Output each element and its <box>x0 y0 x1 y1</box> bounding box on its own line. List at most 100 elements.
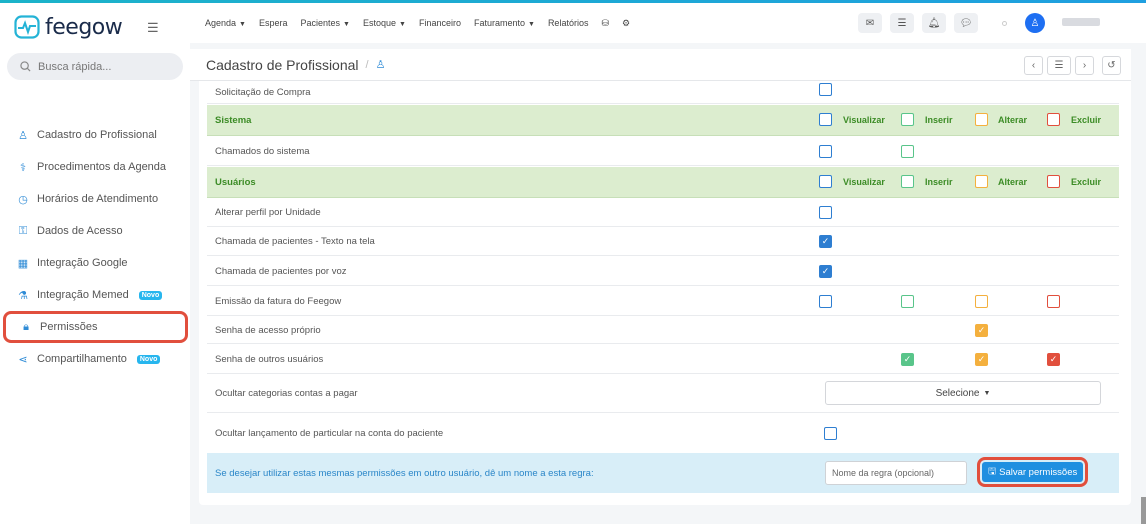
menu-label: Pacientes <box>300 18 341 28</box>
delete-checkbox[interactable]: ✓ <box>1047 353 1060 366</box>
menu-agenda[interactable]: Agenda ▼ <box>205 18 246 28</box>
menu-faturamento[interactable]: Faturamento ▼ <box>474 18 535 28</box>
chevron-left-icon[interactable]: ‹ <box>1024 56 1043 75</box>
caret-down-icon: ▼ <box>983 389 991 397</box>
menu-estoque[interactable]: Estoque ▼ <box>363 18 406 28</box>
permissions-panel: Solicitação de Compra Sistema Visualizar… <box>199 81 1131 505</box>
new-badge: Novo <box>136 354 161 364</box>
key-icon: ⚿ <box>18 224 28 237</box>
permission-label: Chamada de pacientes - Texto na tela <box>215 236 375 247</box>
menu-relatorios[interactable]: Relatórios <box>548 18 589 28</box>
lock-icon: 🔒︎ <box>23 320 29 333</box>
permission-row: Solicitação de Compra <box>207 81 1119 104</box>
tasks-icon[interactable]: ☰ <box>890 13 914 33</box>
menu-label: Faturamento <box>473 18 525 28</box>
save-button-highlight: 🖫 Salvar permissões <box>977 457 1089 487</box>
list-icon[interactable]: ☰ <box>1047 56 1071 75</box>
avatar[interactable]: ♙ <box>1025 13 1045 33</box>
insert-checkbox[interactable]: ✓ <box>901 353 914 366</box>
view-checkbox[interactable] <box>819 206 832 219</box>
col-label-delete: Excluir <box>1071 177 1102 187</box>
flask-icon: ⚗ <box>18 289 28 302</box>
chat-icon[interactable]: 💬︎ <box>954 13 978 33</box>
new-badge: Novo <box>138 290 163 300</box>
delete-all-checkbox[interactable] <box>1047 175 1060 188</box>
sidebar-item-google[interactable]: ▦ Integração Google <box>0 247 190 279</box>
logo-text: feegow <box>45 14 123 40</box>
main-menu: Agenda ▼ Espera Pacientes ▼ Estoque ▼ Finan… <box>205 18 630 29</box>
insert-all-checkbox[interactable] <box>901 113 914 126</box>
permission-label: Emissão da fatura do Feegow <box>215 295 342 307</box>
permission-label: Alterar perfil por Unidade <box>215 207 321 218</box>
view-checkbox[interactable]: ✓ <box>819 265 832 278</box>
col-label-delete: Excluir <box>1071 115 1102 125</box>
top-icon-group: ✉ ☰ 🔔︎ 💬︎ <box>858 13 978 33</box>
edit-all-checkbox[interactable] <box>975 175 988 188</box>
permission-label: Chamados do sistema <box>215 145 310 157</box>
caret-down-icon: ▼ <box>528 21 535 28</box>
insert-checkbox[interactable] <box>901 145 914 158</box>
view-checkbox[interactable] <box>819 83 832 96</box>
hide-checkbox[interactable] <box>824 427 837 440</box>
view-all-checkbox[interactable] <box>819 113 832 126</box>
menu-label: Estoque <box>362 18 396 28</box>
sidebar-item-label: Compartilhamento <box>37 353 127 365</box>
insert-all-checkbox[interactable] <box>901 175 914 188</box>
view-checkbox[interactable]: ✓ <box>819 235 832 248</box>
sidebar-item-label: Horários de Atendimento <box>37 193 159 205</box>
database-icon[interactable]: ⛁ <box>601 18 609 29</box>
permission-label: Solicitação de Compra <box>215 86 311 98</box>
view-checkbox[interactable] <box>819 295 832 308</box>
col-label-view: Visualizar <box>843 115 885 125</box>
permission-row: Chamados do sistema <box>207 137 1119 166</box>
edit-all-checkbox[interactable] <box>975 113 988 126</box>
permission-label: Ocultar lançamento de particular na cont… <box>215 427 444 439</box>
sidebar-item-horarios[interactable]: ◷ Horários de Atendimento <box>0 183 190 215</box>
sidebar-item-label: Procedimentos da Agenda <box>37 161 167 173</box>
history-icon[interactable]: ↺ <box>1102 56 1121 75</box>
logo-icon <box>14 15 40 39</box>
col-label-edit: Alterar <box>998 115 1028 125</box>
menu-toggle-icon[interactable]: ☰ <box>147 20 159 36</box>
sidebar-item-compartilhamento[interactable]: ⋖ Compartilhamento Novo <box>0 343 190 375</box>
save-permissions-button[interactable]: 🖫 Salvar permissões <box>982 462 1084 482</box>
view-all-checkbox[interactable] <box>819 175 832 188</box>
permission-row: Alterar perfil por Unidade <box>207 199 1119 227</box>
group-label: Usuários <box>215 176 256 188</box>
permission-row: Ocultar lançamento de particular na cont… <box>207 414 1119 452</box>
chevron-right-icon[interactable]: › <box>1075 56 1094 75</box>
scrollbar[interactable] <box>1141 497 1146 524</box>
menu-financeiro[interactable]: Financeiro <box>419 18 461 28</box>
permission-group-usuarios: Usuários Visualizar Inserir Alterar Excl… <box>207 167 1119 198</box>
menu-label: Agenda <box>205 18 237 28</box>
inbox-icon[interactable]: ✉ <box>858 13 882 33</box>
category-select[interactable]: Selecione ▼ <box>825 381 1101 405</box>
user-name-blurred[interactable] <box>1062 18 1100 26</box>
view-checkbox[interactable] <box>819 145 832 158</box>
logo[interactable]: feegow <box>14 12 123 42</box>
sidebar-item-memed[interactable]: ⚗ Integração Memed Novo <box>0 279 190 311</box>
edit-checkbox[interactable]: ✓ <box>975 353 988 366</box>
menu-espera[interactable]: Espera <box>259 18 288 28</box>
search-input[interactable]: Busca rápida... <box>7 53 183 80</box>
rule-name-input[interactable] <box>825 461 967 485</box>
sidebar-item-label: Permissões <box>40 321 98 333</box>
share-icon: ⋖ <box>18 353 28 366</box>
edit-checkbox[interactable]: ✓ <box>975 324 988 337</box>
sidebar-item-cadastro[interactable]: ♙ Cadastro do Profissional <box>0 119 190 151</box>
sidebar-item-permissoes[interactable]: 🔒︎ Permissões <box>3 311 188 343</box>
sidebar-item-dados-acesso[interactable]: ⚿ Dados de Acesso <box>0 215 190 247</box>
delete-all-checkbox[interactable] <box>1047 113 1060 126</box>
menu-pacientes[interactable]: Pacientes ▼ <box>301 18 350 28</box>
sidebar-item-procedimentos[interactable]: ⚕ Procedimentos da Agenda <box>0 151 190 183</box>
bell-icon[interactable]: 🔔︎ <box>922 13 946 33</box>
edit-checkbox[interactable] <box>975 295 988 308</box>
insert-checkbox[interactable] <box>901 295 914 308</box>
settings-icon[interactable]: ⚙ <box>622 18 630 29</box>
status-dot <box>1002 21 1007 26</box>
save-rule-hint: Se desejar utilizar estas mesmas permiss… <box>215 467 594 479</box>
sidebar-item-label: Integração Google <box>37 257 128 269</box>
permission-group-sistema: Sistema Visualizar Inserir Alterar Exclu… <box>207 105 1119 136</box>
delete-checkbox[interactable] <box>1047 295 1060 308</box>
permission-label: Chamada de pacientes por voz <box>215 265 347 277</box>
